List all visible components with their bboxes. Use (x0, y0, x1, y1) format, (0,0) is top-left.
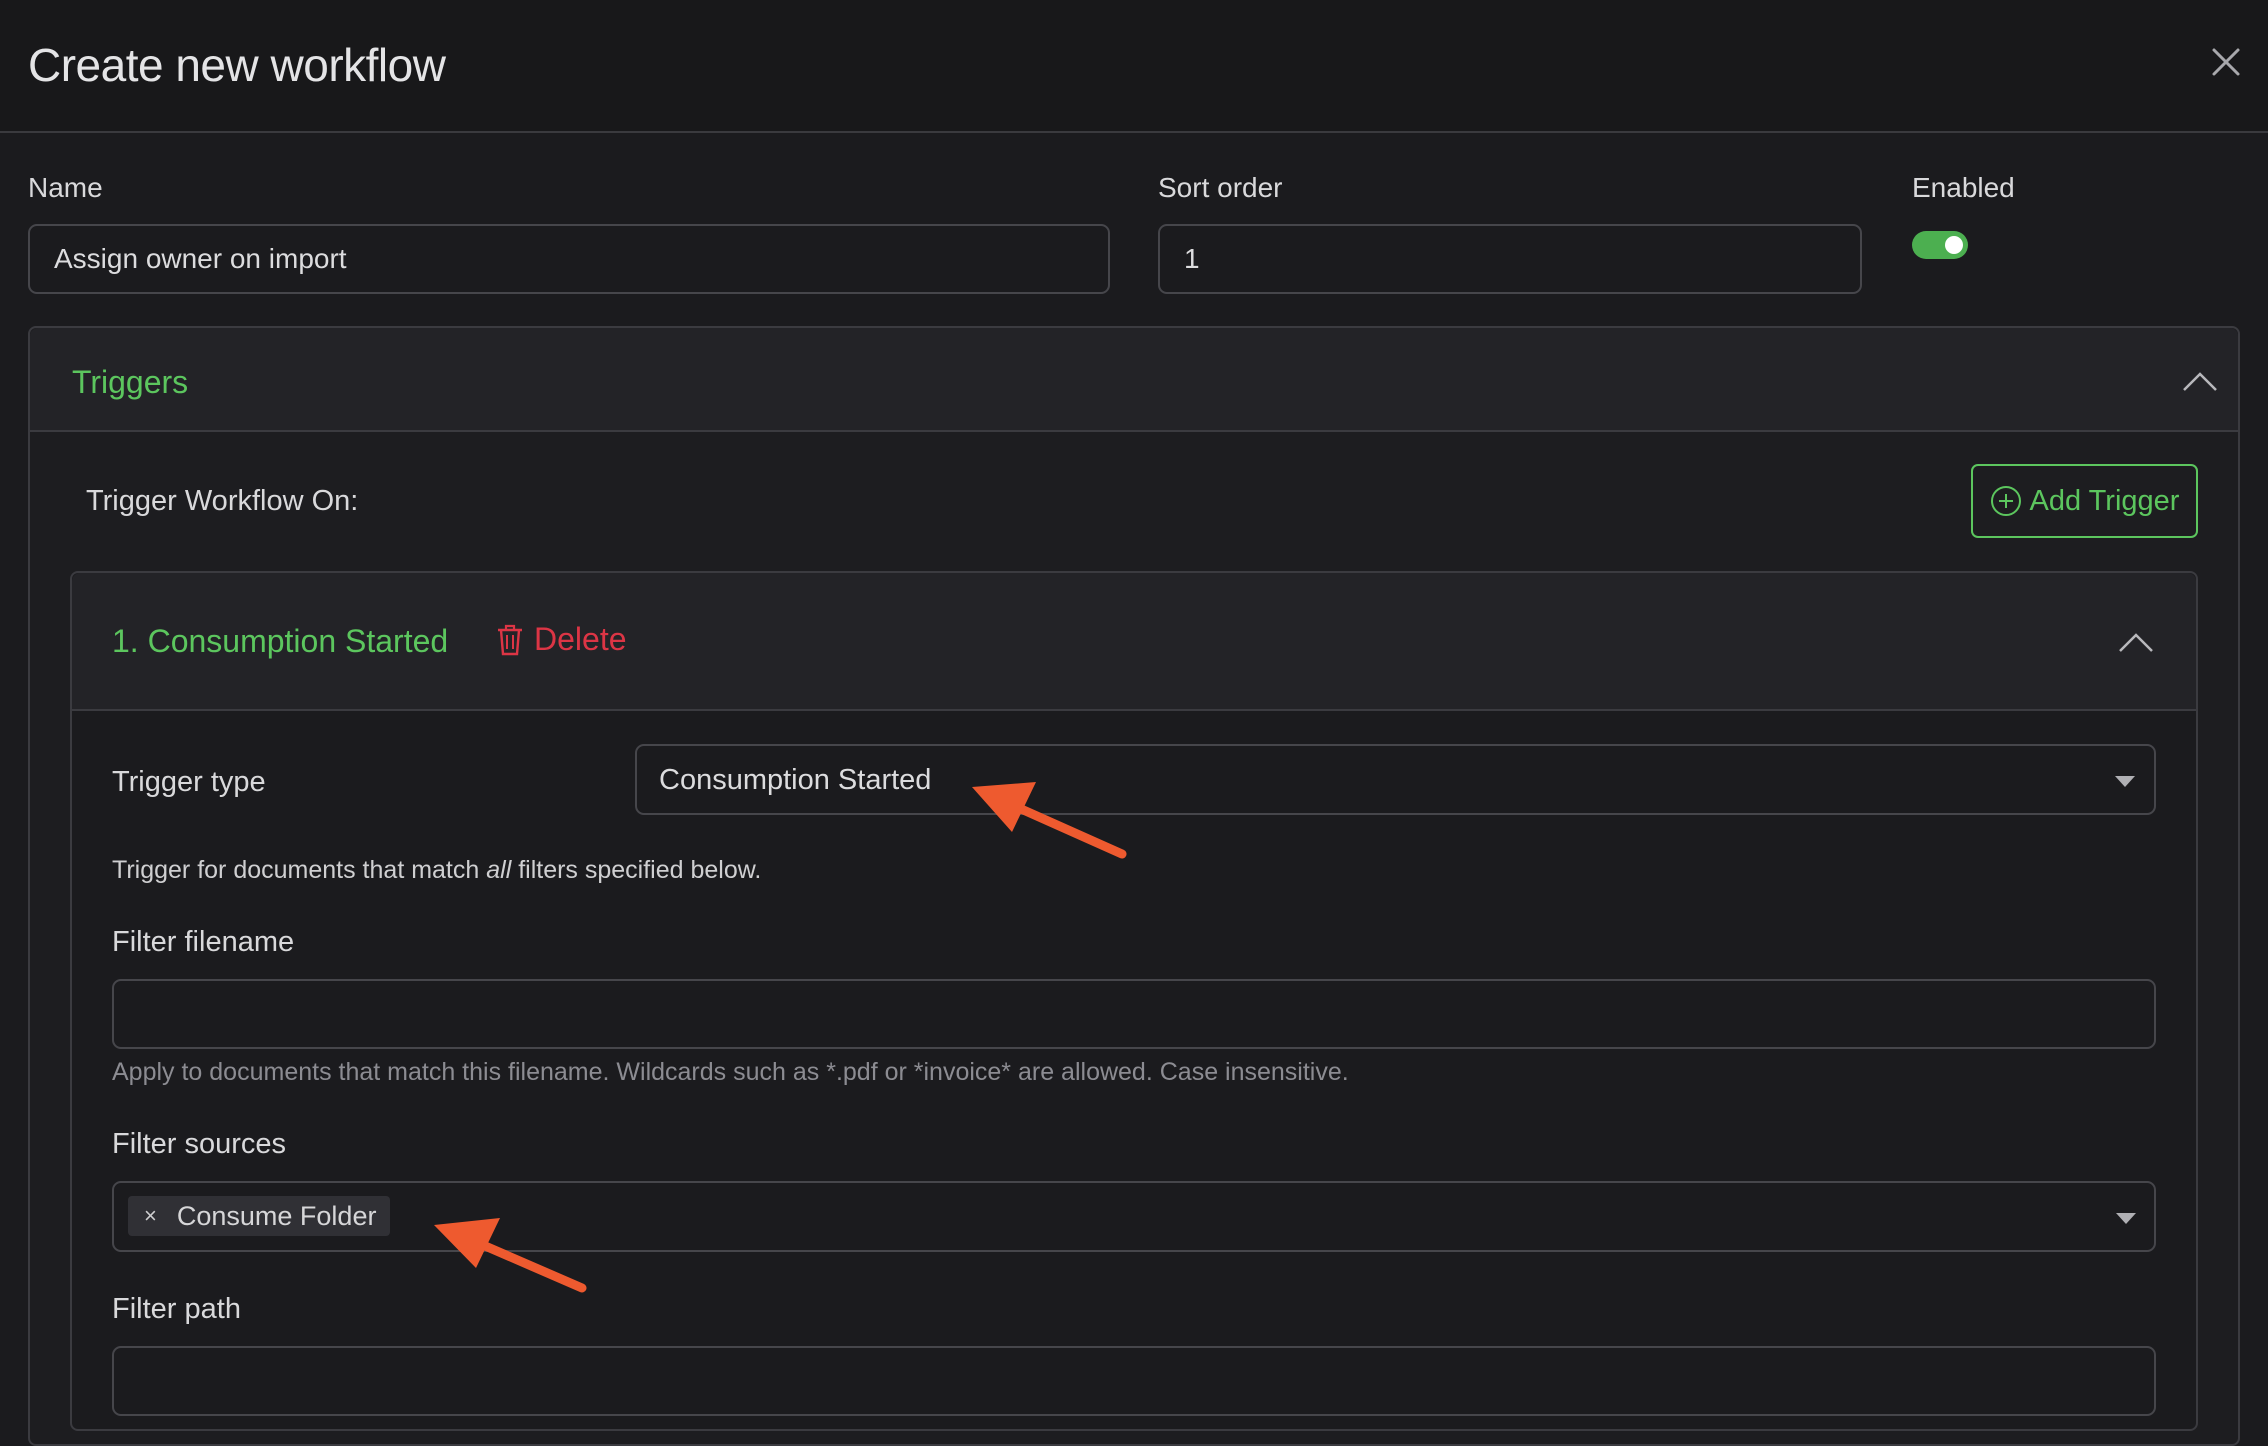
chevron-up-icon[interactable] (2116, 631, 2156, 655)
caret-down-icon (2116, 1213, 2136, 1224)
chip-remove-icon[interactable]: × (138, 1203, 163, 1229)
toggle-knob (1945, 236, 1963, 254)
caret-down-icon (2115, 776, 2135, 787)
dialog-title: Create new workflow (28, 39, 446, 91)
trigger-card-header[interactable]: 1. Consumption Started Delete (72, 573, 2196, 711)
delete-label: Delete (534, 621, 627, 657)
add-trigger-button[interactable]: Add Trigger (1971, 464, 2198, 538)
plus-circle-icon (1990, 486, 2021, 516)
trigger-type-value: Consumption Started (659, 764, 932, 796)
chevron-up-icon[interactable] (2180, 370, 2220, 394)
source-chip: × Consume Folder (128, 1196, 391, 1236)
filter-sources-label: Filter sources (112, 1128, 287, 1160)
name-label: Name (28, 172, 103, 203)
enabled-label: Enabled (1912, 172, 2015, 203)
trigger-type-select[interactable]: Consumption Started (635, 744, 2156, 815)
filter-path-input[interactable] (112, 1346, 2156, 1416)
triggers-title: Triggers (72, 364, 189, 400)
triggers-header[interactable]: Triggers (30, 328, 2238, 432)
trash-icon (498, 624, 522, 655)
trigger-help-text: Trigger for documents that match all fil… (112, 856, 761, 885)
sort-order-label: Sort order (1158, 172, 1283, 203)
trigger-title: 1. Consumption Started (112, 623, 449, 659)
filter-filename-hint: Apply to documents that match this filen… (112, 1058, 1349, 1086)
filter-filename-label: Filter filename (112, 926, 295, 958)
delete-trigger-button[interactable]: Delete (496, 621, 627, 658)
close-icon[interactable] (2206, 42, 2246, 82)
enabled-toggle[interactable] (1912, 231, 1968, 259)
trigger-type-label: Trigger type (112, 766, 266, 798)
filter-path-label: Filter path (112, 1293, 241, 1325)
help-prefix: Trigger for documents that match (112, 856, 487, 884)
dialog-header: Create new workflow (0, 0, 2268, 133)
sort-order-input[interactable] (1158, 224, 1862, 294)
chip-label: Consume Folder (176, 1200, 377, 1231)
filter-filename-input[interactable] (112, 979, 2156, 1049)
filter-sources-select[interactable] (112, 1181, 2156, 1252)
add-trigger-label: Add Trigger (2029, 484, 2180, 517)
trigger-workflow-on-label: Trigger Workflow On: (86, 485, 359, 517)
help-suffix: filters specified below. (511, 856, 762, 884)
help-emphasis: all (486, 856, 512, 884)
name-input[interactable] (28, 224, 1110, 294)
